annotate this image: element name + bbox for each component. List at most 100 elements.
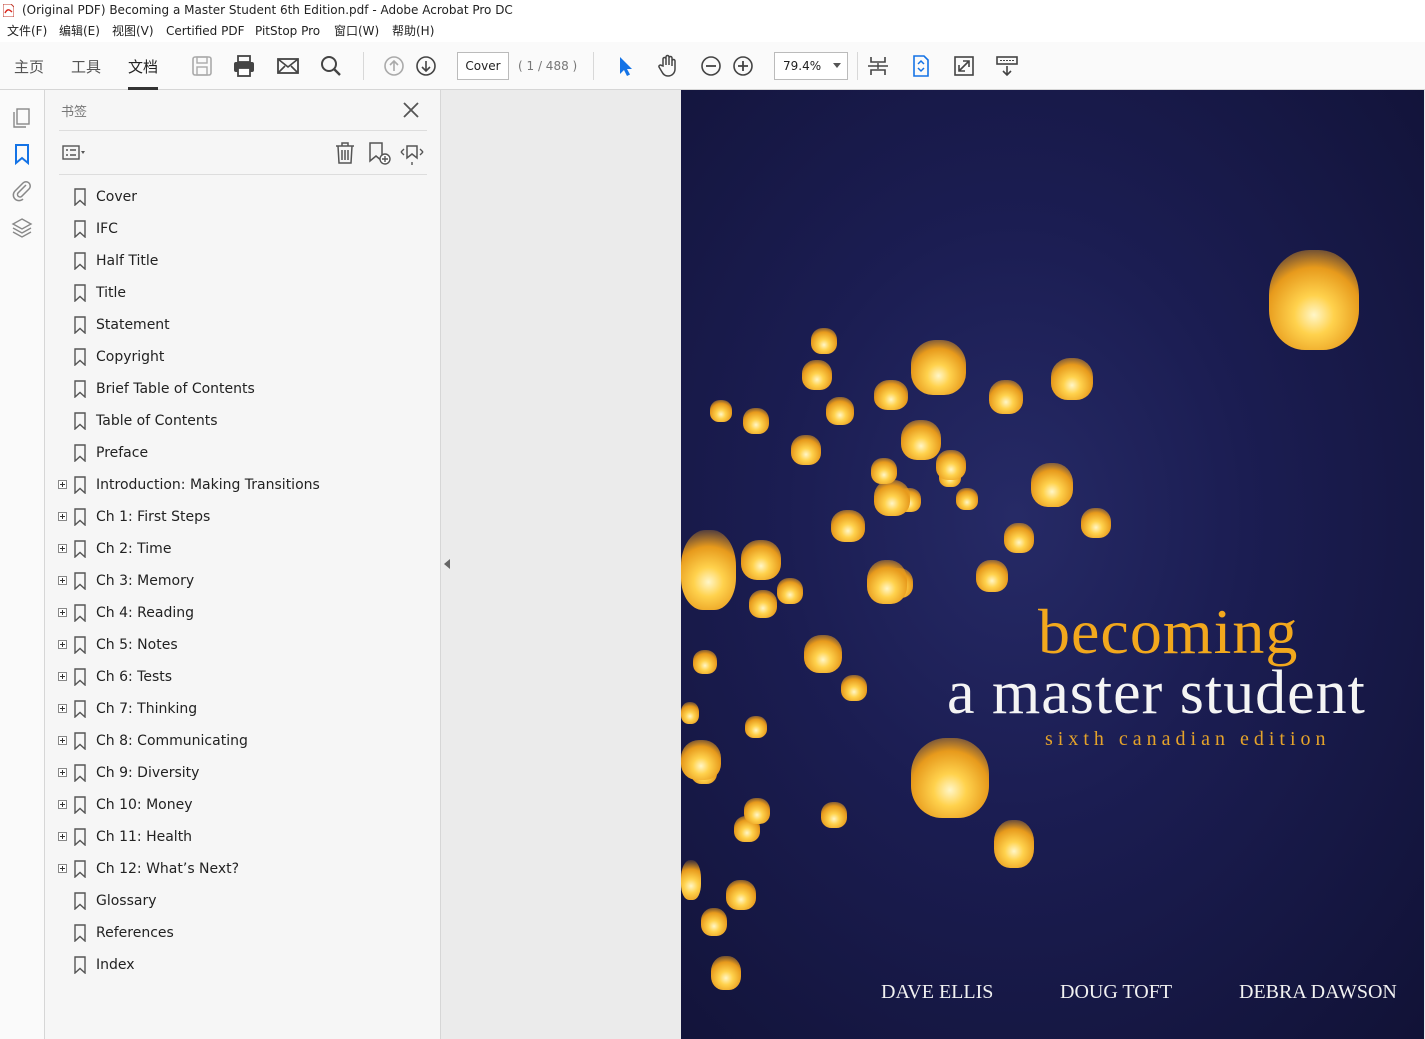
bookmark-icon: [74, 732, 86, 750]
bookmark-item[interactable]: Index: [45, 951, 435, 979]
tab-home[interactable]: 主页: [14, 56, 44, 77]
bookmark-item[interactable]: Ch 7: Thinking: [45, 695, 435, 723]
bookmark-options-icon[interactable]: [61, 140, 87, 166]
panel-title: 书签: [61, 105, 88, 120]
bookmark-item[interactable]: Ch 12: What’s Next?: [45, 855, 435, 883]
email-icon[interactable]: [275, 53, 301, 79]
expand-plus-icon[interactable]: [58, 768, 67, 777]
bookmark-item[interactable]: Title: [45, 279, 435, 307]
zoom-level-value: 79.4%: [783, 59, 822, 73]
sky-lantern-image: [826, 397, 854, 425]
bookmark-item[interactable]: Ch 1: First Steps: [45, 503, 435, 531]
bookmark-label: Ch 9: Diversity: [96, 765, 200, 781]
bookmark-item[interactable]: Ch 8: Communicating: [45, 727, 435, 755]
title-bar: (Original PDF) Becoming a Master Student…: [0, 0, 1425, 21]
sky-lantern-image: [744, 798, 770, 824]
bookmarks-icon[interactable]: [10, 142, 34, 166]
expand-plus-icon[interactable]: [58, 832, 67, 841]
bookmark-item[interactable]: Copyright: [45, 343, 435, 371]
cover-author: DOUG TOFT: [1060, 981, 1173, 1003]
pdf-page-cover: becoming a master student sixth canadian…: [681, 90, 1424, 1039]
menu-window[interactable]: 窗口(W): [334, 21, 379, 42]
menu-pitstop-pro[interactable]: PitStop Pro: [255, 21, 320, 42]
page-number-input[interactable]: Cover: [457, 52, 509, 80]
bookmark-item[interactable]: Table of Contents: [45, 407, 435, 435]
bookmark-item[interactable]: Ch 5: Notes: [45, 631, 435, 659]
bookmark-item[interactable]: Cover: [45, 183, 435, 211]
page-thumbnails-icon[interactable]: [10, 106, 34, 130]
bookmark-item[interactable]: Introduction: Making Transitions: [45, 471, 435, 499]
zoom-out-icon[interactable]: [698, 53, 724, 79]
menu-certified-pdf[interactable]: Certified PDF: [166, 21, 245, 42]
bookmark-item[interactable]: Ch 4: Reading: [45, 599, 435, 627]
bookmark-item[interactable]: Ch 6: Tests: [45, 663, 435, 691]
sky-lantern-image: [743, 408, 769, 434]
bookmark-item[interactable]: Statement: [45, 311, 435, 339]
sky-lantern-image: [1004, 523, 1034, 553]
attachments-icon[interactable]: [10, 178, 34, 202]
sky-lantern-image: [693, 650, 717, 674]
expand-plus-icon[interactable]: [58, 512, 67, 521]
bookmark-item[interactable]: Ch 2: Time: [45, 535, 435, 563]
fit-page-icon[interactable]: [908, 53, 934, 79]
expand-plus-icon[interactable]: [58, 736, 67, 745]
expand-bookmark-icon[interactable]: [399, 140, 425, 166]
layers-icon[interactable]: [10, 216, 34, 240]
expand-plus-icon[interactable]: [58, 704, 67, 713]
toolbar-divider: [857, 52, 858, 80]
main-toolbar: 主页 工具 文档 Cover ( 1 / 488 ) 79.4%: [0, 42, 1425, 90]
bookmark-icon: [74, 348, 86, 366]
menu-help[interactable]: 帮助(H): [392, 21, 434, 42]
menu-view[interactable]: 视图(V): [112, 21, 154, 42]
bookmark-item[interactable]: Ch 10: Money: [45, 791, 435, 819]
full-screen-icon[interactable]: [951, 53, 977, 79]
bookmark-item[interactable]: IFC: [45, 215, 435, 243]
expand-plus-icon[interactable]: [58, 800, 67, 809]
bookmark-item[interactable]: Brief Table of Contents: [45, 375, 435, 403]
bookmark-label: Statement: [96, 317, 170, 333]
expand-plus-icon[interactable]: [58, 544, 67, 553]
bookmark-item[interactable]: Ch 9: Diversity: [45, 759, 435, 787]
sky-lantern-image: [1081, 508, 1111, 538]
bookmark-item[interactable]: Half Title: [45, 247, 435, 275]
page-count: ( 1 / 488 ): [518, 59, 578, 73]
bookmark-icon: [74, 252, 86, 270]
select-pointer-icon[interactable]: [612, 53, 638, 79]
expand-plus-icon[interactable]: [58, 864, 67, 873]
new-bookmark-icon[interactable]: [366, 140, 392, 166]
expand-plus-icon[interactable]: [58, 480, 67, 489]
close-icon[interactable]: [401, 100, 421, 120]
bookmark-item[interactable]: Ch 3: Memory: [45, 567, 435, 595]
print-icon[interactable]: [231, 53, 257, 79]
tab-document[interactable]: 文档: [128, 56, 159, 90]
previous-page-icon[interactable]: [381, 53, 407, 79]
bookmark-label: References: [96, 925, 174, 941]
page-layout-icon[interactable]: [865, 53, 891, 79]
bookmark-item[interactable]: Preface: [45, 439, 435, 467]
cover-title-line2: a master student: [947, 659, 1366, 727]
menu-edit[interactable]: 编辑(E): [59, 21, 100, 42]
menu-file[interactable]: 文件(F): [7, 21, 47, 42]
expand-plus-icon[interactable]: [58, 608, 67, 617]
hand-tool-icon[interactable]: [655, 53, 681, 79]
zoom-level-select[interactable]: 79.4%: [774, 52, 848, 80]
bookmark-icon: [74, 380, 86, 398]
tab-tools[interactable]: 工具: [71, 56, 101, 77]
zoom-in-icon[interactable]: [730, 53, 756, 79]
menu-bar: 文件(F) 编辑(E) 视图(V) Certified PDF PitStop …: [0, 21, 1425, 43]
expand-plus-icon[interactable]: [58, 672, 67, 681]
bookmark-item[interactable]: Glossary: [45, 887, 435, 915]
expand-plus-icon[interactable]: [58, 640, 67, 649]
bookmark-item[interactable]: References: [45, 919, 435, 947]
bookmark-item[interactable]: Ch 11: Health: [45, 823, 435, 851]
collapse-pane-arrow-icon[interactable]: [444, 559, 450, 569]
next-page-icon[interactable]: [413, 53, 439, 79]
expand-plus-icon[interactable]: [58, 576, 67, 585]
sky-lantern-image: [936, 450, 966, 480]
bookmark-icon: [74, 796, 86, 814]
read-mode-icon[interactable]: [994, 53, 1020, 79]
delete-bookmark-icon[interactable]: [332, 140, 358, 166]
toolbar-divider: [363, 52, 364, 80]
search-icon[interactable]: [318, 53, 344, 79]
save-icon[interactable]: [189, 53, 215, 79]
